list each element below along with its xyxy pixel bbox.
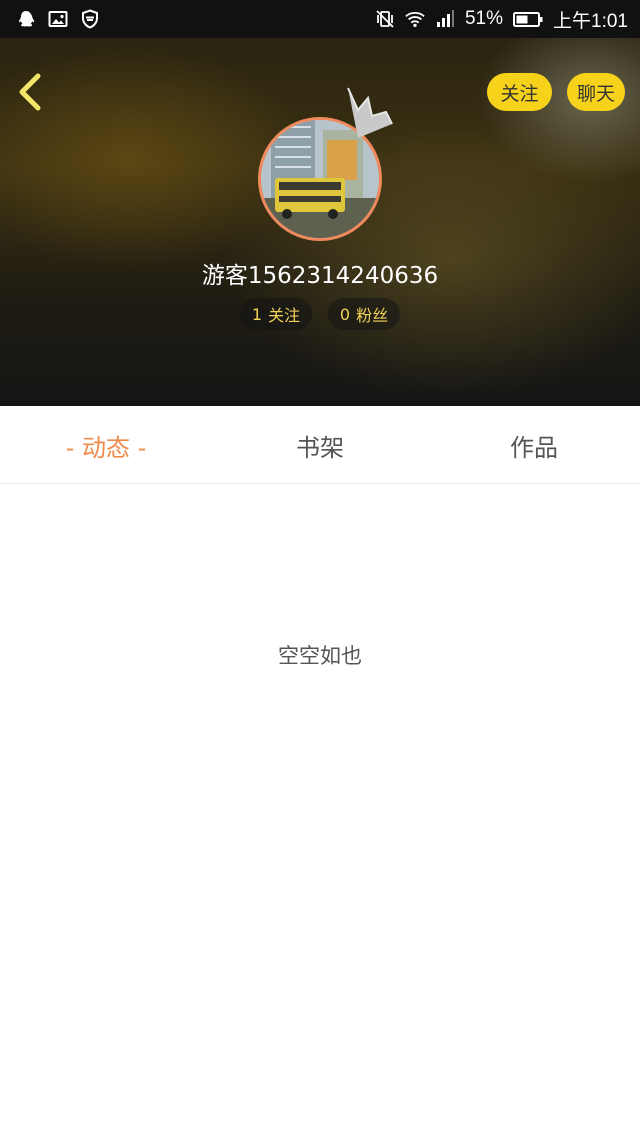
vibrate-off-icon [375,9,395,29]
following-stat[interactable]: 1 关注 [240,298,312,330]
chat-button[interactable]: 聊天 [567,73,625,111]
follow-button[interactable]: 关注 [487,73,552,111]
crown-icon [338,86,406,144]
profile-header: 关注 聊天 游客1562314240636 1 关注 0 粉丝 [0,38,640,406]
empty-state-text: 空空如也 [278,644,362,668]
tab-feed[interactable]: - 动态 - [40,406,172,484]
back-button[interactable] [14,72,48,116]
qq-icon [16,9,36,29]
battery-percent: 51% [464,8,504,29]
tab-works[interactable]: 作品 [468,406,600,484]
status-bar: 51% 上午1:01 [0,0,640,38]
shield-icon [80,9,100,29]
tab-bar: - 动态 - 书架 作品 [0,406,640,484]
fans-label: 粉丝 [356,306,389,325]
following-label: 关注 [268,306,301,325]
battery-icon [513,9,543,29]
gallery-icon [48,9,68,29]
username: 游客1562314240636 [201,263,439,289]
fans-count: 0 [339,304,351,324]
following-count: 1 [251,304,263,324]
clock: 上午1:01 [553,10,628,32]
wifi-icon [405,9,425,29]
fans-stat[interactable]: 0 粉丝 [328,298,400,330]
tab-bookshelf[interactable]: 书架 [254,406,386,484]
signal-icon [435,9,455,29]
chevron-left-icon [16,72,46,116]
